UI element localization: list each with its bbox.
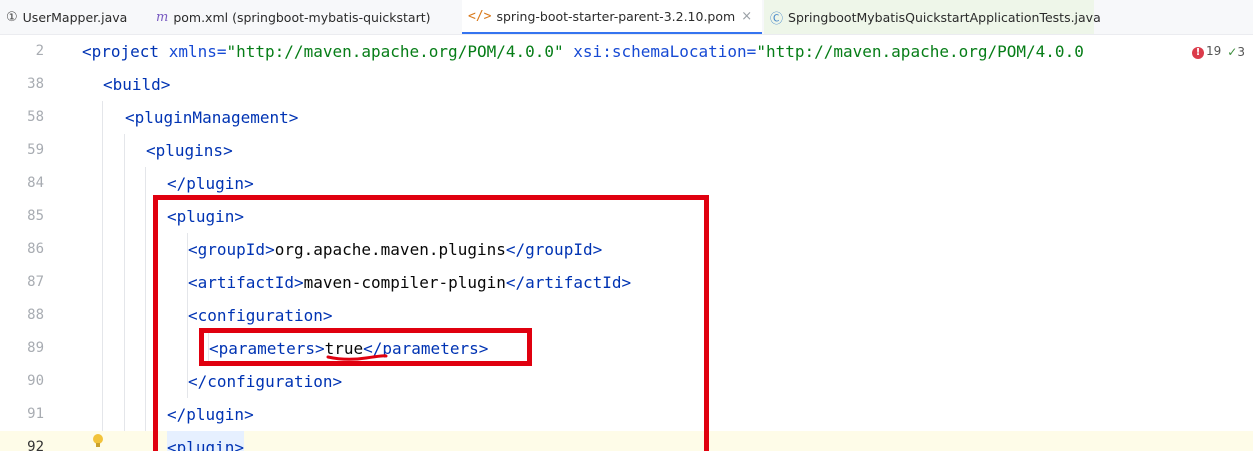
inspection-widget[interactable]: ! 19 ✓3 bbox=[1188, 35, 1245, 68]
annotation-box-plugin bbox=[153, 195, 709, 451]
xml-attribute-value: "http://maven.apache.org/POM/4.0.0 bbox=[756, 42, 1084, 61]
tab-spring-boot-starter-parent-pom[interactable]: </> spring-boot-starter-parent-3.2.10.po… bbox=[462, 0, 762, 34]
xml-attribute: xmlns= bbox=[159, 42, 227, 61]
xml-tag: <project bbox=[82, 42, 160, 61]
tab-pom-xml[interactable]: m pom.xml (springboot-mybatis-quickstart… bbox=[156, 0, 456, 34]
close-tab-icon[interactable]: × bbox=[741, 9, 752, 24]
line-number: 84 bbox=[27, 175, 44, 191]
code-line: 2 <project xmlns="http://maven.apache.or… bbox=[0, 35, 1253, 68]
xml-attribute: xsi:schemaLocation= bbox=[563, 42, 757, 61]
line-number: 89 bbox=[27, 340, 44, 356]
editor-tab-bar: ① UserMapper.java m pom.xml (springboot-… bbox=[0, 0, 1253, 35]
maven-icon: m bbox=[156, 9, 169, 25]
error-icon: ! bbox=[1192, 47, 1205, 59]
line-number: 90 bbox=[27, 373, 44, 389]
code-editor[interactable]: 2 <project xmlns="http://maven.apache.or… bbox=[0, 35, 1253, 451]
annotation-underline bbox=[326, 354, 388, 361]
tab-label: pom.xml (springboot-mybatis-quickstart) bbox=[173, 9, 431, 25]
code-text: <project xmlns="http://maven.apache.org/… bbox=[82, 35, 1084, 68]
line-number: 86 bbox=[27, 241, 44, 257]
xml-tag: <build> bbox=[103, 75, 171, 94]
xml-tag: <pluginManagement> bbox=[125, 108, 299, 127]
code-line: 38 <build> bbox=[0, 68, 1253, 101]
code-line: 58 <pluginManagement> bbox=[0, 101, 1253, 134]
check-icon: ✓ bbox=[1227, 44, 1238, 59]
xml-icon: </> bbox=[468, 8, 492, 24]
tab-application-tests[interactable]: Ⓒ SpringbootMybatisQuickstartApplication… bbox=[764, 0, 1101, 34]
line-number: 88 bbox=[27, 307, 44, 323]
code-line: 59 <plugins> bbox=[0, 134, 1253, 167]
xml-attribute-value: "http://maven.apache.org/POM/4.0.0" bbox=[226, 42, 564, 61]
xml-tag: <plugins> bbox=[146, 141, 233, 160]
check-count: ✓3 bbox=[1227, 44, 1245, 59]
line-number: 38 bbox=[27, 76, 44, 92]
tab-label: SpringbootMybatisQuickstartApplicationTe… bbox=[788, 9, 1101, 25]
interface-icon: ① bbox=[6, 9, 18, 25]
line-number: 58 bbox=[27, 109, 44, 125]
line-number: 85 bbox=[27, 208, 44, 224]
tab-user-mapper[interactable]: ① UserMapper.java bbox=[6, 0, 156, 34]
error-count: ! 19 bbox=[1192, 44, 1221, 59]
tab-label: spring-boot-starter-parent-3.2.10.pom bbox=[496, 8, 736, 24]
tab-label: UserMapper.java bbox=[22, 9, 128, 25]
lightbulb-icon[interactable] bbox=[92, 433, 104, 449]
line-number: 2 bbox=[35, 43, 44, 59]
line-number: 91 bbox=[27, 406, 44, 422]
line-number: 92 bbox=[27, 439, 44, 451]
line-number: 87 bbox=[27, 274, 44, 290]
test-class-icon: Ⓒ bbox=[770, 11, 784, 27]
line-number: 59 bbox=[27, 142, 44, 158]
